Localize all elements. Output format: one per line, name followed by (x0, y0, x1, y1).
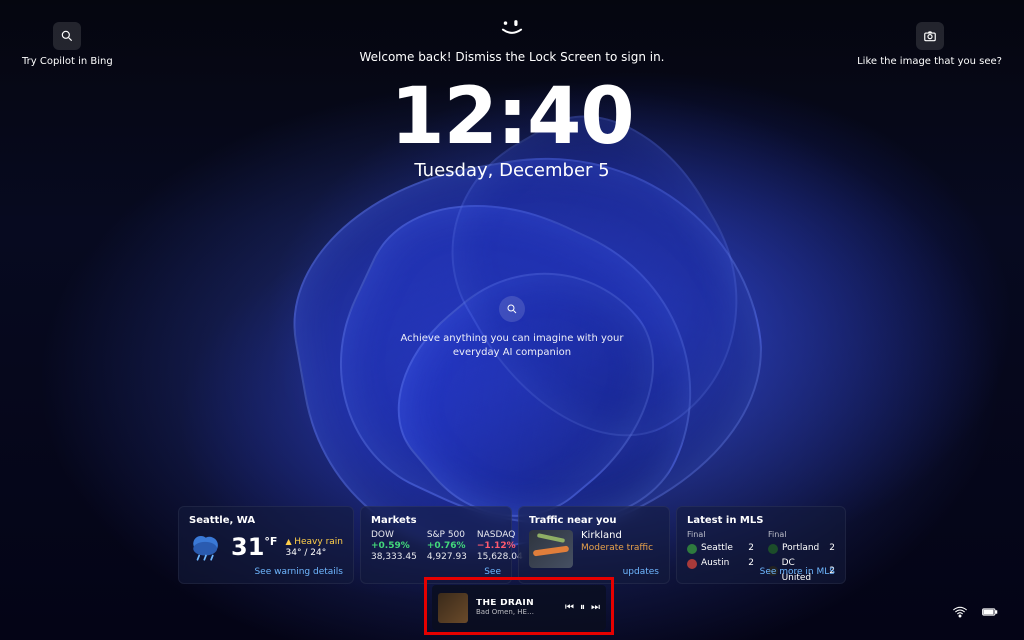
market-col: S&P 500 +0.76% 4,927.93 (427, 530, 467, 562)
traffic-location: Kirkland (581, 530, 653, 541)
mls-row: Portland 2 (768, 541, 835, 556)
team-name: Portland (782, 541, 819, 556)
mls-title: Latest in MLS (687, 515, 835, 526)
market-change: −1.12% (477, 541, 523, 551)
team-score: 2 (829, 541, 835, 556)
rain-icon (189, 530, 223, 564)
team-badge-icon (687, 559, 697, 569)
weather-temp: 31 (231, 533, 264, 561)
play-pause-button[interactable]: ⏸ (580, 602, 585, 613)
market-name: DOW (371, 530, 417, 540)
mls-link[interactable]: See more in MLS (760, 567, 835, 577)
market-change: +0.76% (427, 541, 467, 551)
traffic-map-thumbnail (529, 530, 573, 568)
windows-hello-icon (499, 18, 525, 40)
copilot-tagline: Achieve anything you can imagine with yo… (401, 332, 624, 360)
team-badge-icon (768, 544, 778, 554)
weather-link[interactable]: See warning details (254, 567, 343, 577)
weather-unit: °F (264, 535, 277, 548)
markets-card[interactable]: Markets DOW +0.59% 38,333.45 S&P 500 +0.7… (360, 506, 512, 584)
mls-col-head: Final (687, 530, 754, 539)
widget-row: Seattle, WA 31 °F Heavy rain 34° / 24° S… (178, 506, 846, 584)
battery-icon[interactable] (982, 606, 998, 618)
mls-card[interactable]: Latest in MLS Final Seattle 2 Austin 2 Final P… (676, 506, 846, 584)
weather-alert: Heavy rain (286, 537, 343, 547)
wifi-icon[interactable] (952, 606, 968, 618)
market-value: 15,628.04 (477, 552, 523, 562)
traffic-status: Moderate traffic (581, 543, 653, 553)
team-score: 2 (748, 556, 754, 571)
track-title: THE DRAIN (476, 599, 536, 609)
mls-col: FinalPortland2DC United2 (768, 530, 835, 586)
traffic-title: Traffic near you (529, 515, 659, 526)
next-button[interactable]: ⏭ (591, 602, 600, 613)
traffic-link[interactable]: updates (623, 567, 659, 577)
lock-clock: 12:40 Tuesday, December 5 (0, 78, 1024, 181)
mls-row: Seattle 2 (687, 541, 754, 556)
markets-link[interactable]: See (484, 567, 501, 577)
mls-row: Austin 2 (687, 556, 754, 571)
track-artist: Bad Omen, HEALTH, S… (476, 609, 536, 617)
market-col: DOW +0.59% 38,333.45 (371, 530, 417, 562)
mls-col-head: Final (768, 530, 835, 539)
weather-location: Seattle, WA (189, 515, 343, 526)
search-icon (506, 303, 518, 315)
date-text: Tuesday, December 5 (0, 160, 1024, 181)
markets-title: Markets (371, 515, 501, 526)
traffic-card[interactable]: Traffic near you Kirkland Moderate traff… (518, 506, 670, 584)
team-badge-icon (687, 544, 697, 554)
team-name: Austin (701, 556, 729, 571)
weather-card[interactable]: Seattle, WA 31 °F Heavy rain 34° / 24° S… (178, 506, 354, 584)
weather-hilo: 34° / 24° (286, 548, 343, 558)
market-change: +0.59% (371, 541, 417, 551)
market-name: NASDAQ (477, 530, 523, 540)
welcome-text: Welcome back! Dismiss the Lock Screen to… (359, 50, 664, 64)
copilot-search-button[interactable] (499, 296, 525, 322)
market-name: S&P 500 (427, 530, 467, 540)
mls-col: Final Seattle 2 Austin 2 (687, 530, 754, 586)
market-col: NASDAQ −1.12% 15,628.04 (477, 530, 523, 562)
album-art (438, 593, 468, 623)
time-text: 12:40 (0, 78, 1024, 156)
team-score: 2 (748, 541, 754, 556)
team-name: Seattle (701, 541, 733, 556)
media-player[interactable]: THE DRAIN Bad Omen, HEALTH, S… ⏮ ⏸ ⏭ (432, 585, 606, 630)
market-value: 38,333.45 (371, 552, 417, 562)
market-value: 4,927.93 (427, 552, 467, 562)
previous-button[interactable]: ⏮ (565, 602, 574, 613)
